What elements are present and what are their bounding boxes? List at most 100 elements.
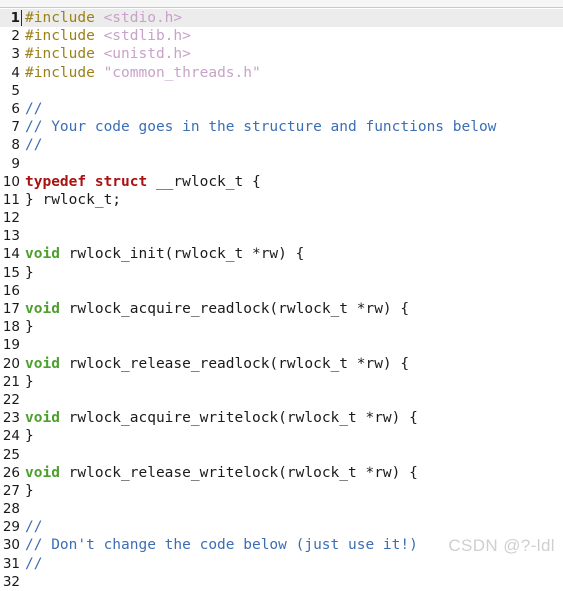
line-number: 1 [10, 10, 20, 26]
line-content[interactable]: } [20, 373, 34, 391]
line-number: 22 [2, 391, 20, 408]
line-number: 17 [2, 301, 20, 317]
code-line[interactable]: 28 [0, 500, 563, 518]
line-number: 23 [2, 410, 20, 427]
code-line[interactable]: 4 #include "common_threads.h" [0, 64, 563, 82]
code-line[interactable]: 26 void rwlock_release_writelock(rwlock_t… [0, 464, 563, 482]
code-line[interactable]: 11} rwlock_t; [0, 191, 563, 209]
code-token-kwgreen: void [25, 246, 60, 263]
code-token-plain: __rwlock_t { [147, 173, 261, 190]
code-token-comment: // Don't change the code below (just use… [25, 537, 418, 554]
line-number: 29 [2, 519, 20, 536]
line-content[interactable]: // [20, 100, 42, 118]
code-line[interactable]: 23 void rwlock_acquire_writelock(rwlock_t… [0, 409, 563, 427]
text-cursor [21, 10, 22, 26]
line-content[interactable]: } [20, 318, 34, 336]
code-line[interactable]: 31 // [0, 555, 563, 573]
code-line[interactable]: 25 [0, 446, 563, 464]
code-line[interactable]: 27} [0, 482, 563, 500]
line-content[interactable]: void rwlock_release_writelock(rwlock_t *… [20, 464, 418, 482]
line-number: 2 [11, 28, 20, 45]
code-line[interactable]: 29 // [0, 518, 563, 536]
code-lines-container[interactable]: 1 #include <stdio.h> 2 #include <stdlib.h> 3… [0, 9, 563, 590]
line-content[interactable]: #include <stdlib.h> [20, 27, 191, 45]
code-token-plain: rwlock_acquire_writelock(rwlock_t *rw) { [59, 410, 418, 427]
line-content[interactable]: typedef struct __rwlock_t { [20, 173, 261, 191]
code-token-kwgreen: void [25, 355, 60, 372]
line-content[interactable]: // Don't change the code below (just use… [20, 536, 418, 554]
code-line[interactable]: 13 [0, 227, 563, 245]
code-line[interactable]: 10 typedef struct __rwlock_t { [0, 173, 563, 191]
code-line[interactable]: 9 [0, 155, 563, 173]
line-content[interactable]: // Your code goes in the structure and f… [20, 118, 496, 136]
code-line[interactable]: 2 #include <stdlib.h> [0, 27, 563, 45]
line-content[interactable]: } [20, 427, 34, 445]
line-number: 18 [2, 319, 20, 336]
line-content[interactable]: #include "common_threads.h" [20, 64, 261, 82]
code-line[interactable]: 17 void rwlock_acquire_readlock(rwlock_t … [0, 300, 563, 318]
code-line[interactable]: 21} [0, 373, 563, 391]
line-content[interactable]: // [20, 555, 42, 573]
code-token-comment: // [25, 519, 43, 536]
code-token-pre: #include [25, 10, 95, 26]
code-line[interactable]: 1 #include <stdio.h> [0, 9, 563, 28]
line-number: 25 [2, 446, 20, 463]
code-line[interactable]: 22 [0, 391, 563, 409]
code-token-string: "common_threads.h" [103, 64, 261, 81]
line-content[interactable]: void rwlock_release_readlock(rwlock_t *r… [20, 355, 409, 373]
line-content[interactable]: // [20, 136, 42, 154]
line-number: 31 [2, 555, 20, 572]
code-token-kwgreen: void [25, 410, 60, 427]
line-content[interactable]: #include <stdio.h> [20, 9, 182, 27]
line-content[interactable]: // [20, 518, 42, 536]
line-content[interactable]: void rwlock_init(rwlock_t *rw) { [20, 245, 304, 263]
code-token-plain: } [25, 373, 34, 390]
line-content[interactable]: } [20, 482, 34, 500]
line-content[interactable]: } [20, 264, 34, 282]
code-token-plain: rwlock_acquire_readlock(rwlock_t *rw) { [59, 301, 410, 317]
line-number: 7 [11, 119, 20, 136]
code-line[interactable]: 7 // Your code goes in the structure and … [0, 118, 563, 136]
line-content[interactable]: } rwlock_t; [20, 191, 121, 209]
code-token-plain: rwlock_init(rwlock_t *rw) { [59, 246, 305, 263]
code-line[interactable]: 12 [0, 209, 563, 227]
line-number: 6 [11, 100, 20, 117]
code-line[interactable]: 18} [0, 318, 563, 336]
code-token-plain: rwlock_release_readlock(rwlock_t *rw) { [59, 355, 410, 372]
code-line[interactable]: 15} [0, 264, 563, 282]
code-line[interactable]: 6 // [0, 100, 563, 118]
line-number: 16 [2, 282, 20, 299]
code-token-plain: } [25, 264, 34, 281]
code-token-kwgreen: void [25, 301, 60, 317]
code-line[interactable]: 19 [0, 336, 563, 354]
code-line[interactable]: 3 #include <unistd.h> [0, 45, 563, 63]
line-content[interactable]: #include <unistd.h> [20, 45, 191, 63]
line-number: 5 [11, 82, 20, 99]
code-token-kwred: typedef struct [25, 173, 148, 190]
line-content[interactable]: void rwlock_acquire_readlock(rwlock_t *r… [20, 300, 409, 318]
line-number: 3 [11, 46, 20, 63]
code-token-pre: #include [25, 28, 95, 45]
csdn-watermark: CSDN @?-ldl [448, 536, 555, 555]
code-line[interactable]: 16 [0, 282, 563, 300]
line-number: 21 [2, 373, 20, 390]
code-line[interactable]: 5 [0, 82, 563, 100]
code-editor[interactable]: 1 #include <stdio.h> 2 #include <stdlib.h> 3… [0, 0, 563, 590]
code-line[interactable]: 24} [0, 427, 563, 445]
code-line[interactable]: 8 // [0, 136, 563, 154]
code-line[interactable]: 14 void rwlock_init(rwlock_t *rw) { [0, 245, 563, 263]
line-number: 30 [2, 537, 20, 554]
code-line[interactable]: 20 void rwlock_release_readlock(rwlock_t … [0, 355, 563, 373]
editor-top-strip [0, 0, 563, 8]
line-number: 24 [2, 428, 20, 445]
line-number: 15 [2, 264, 20, 281]
line-content[interactable]: void rwlock_acquire_writelock(rwlock_t *… [20, 409, 418, 427]
code-token-plain: } rwlock_t; [25, 191, 122, 208]
code-line[interactable]: 32 [0, 573, 563, 591]
line-number: 9 [11, 155, 20, 172]
line-number: 10 [2, 173, 20, 190]
code-token-pre: #include [25, 46, 95, 63]
code-token-pre: #include [25, 64, 95, 81]
